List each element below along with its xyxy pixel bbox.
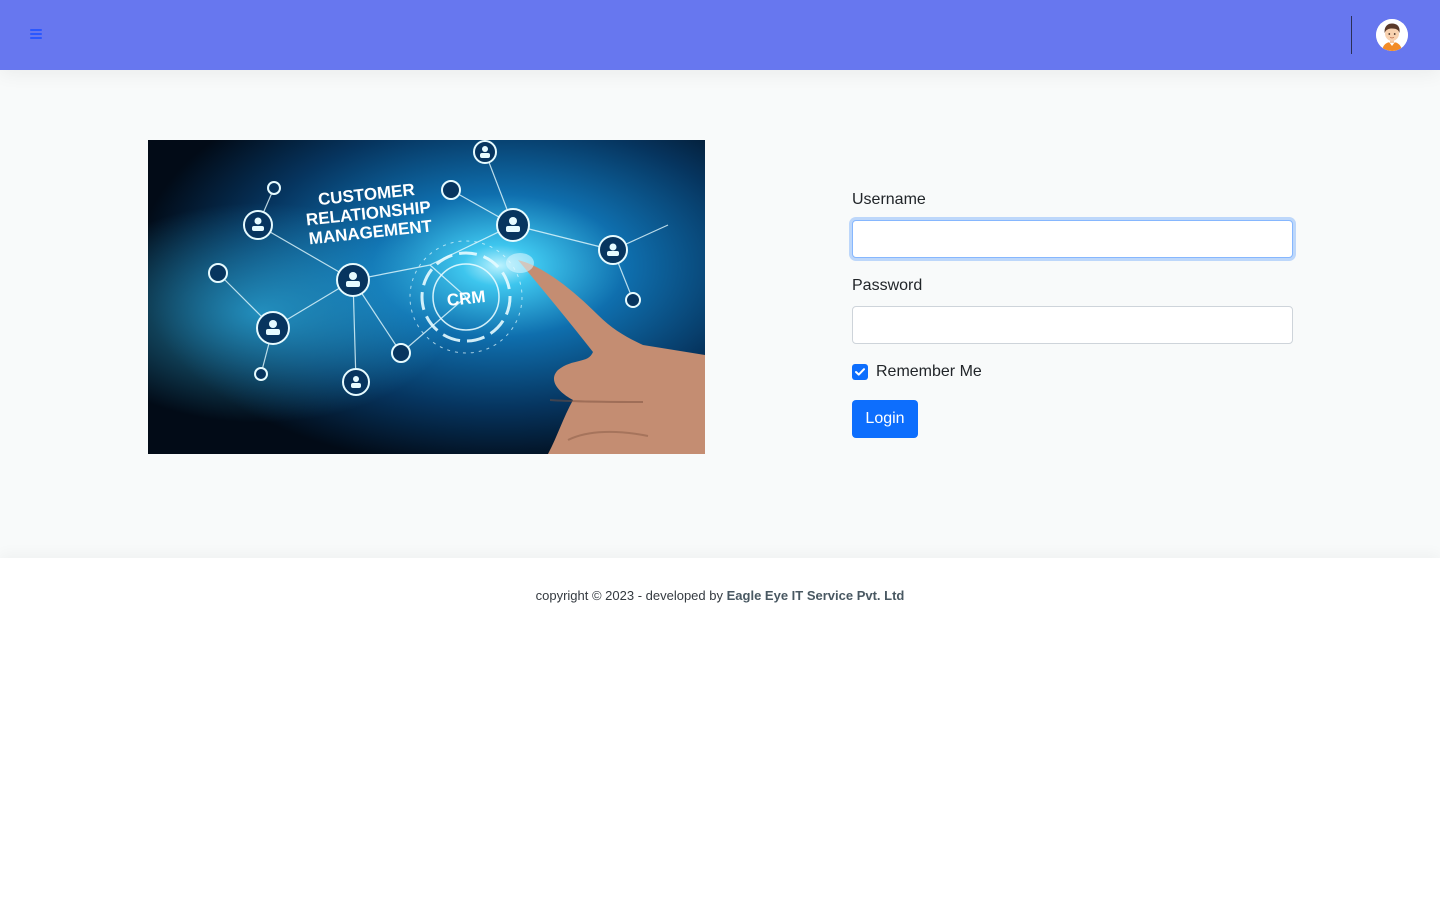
remember-me-checkbox[interactable] [852, 363, 868, 380]
username-label: Username [852, 191, 926, 208]
footer: copyright © 2023 - developed by Eagle Ey… [0, 558, 1440, 900]
crm-badge: CRM [446, 287, 486, 310]
password-label: Password [852, 277, 923, 294]
user-avatar-icon [1376, 19, 1408, 51]
hamburger-menu-icon[interactable] [28, 26, 44, 42]
top-navbar [0, 0, 1440, 70]
check-icon [855, 367, 865, 376]
copyright-label: copyright © 2023 - developed by [535, 588, 723, 603]
login-button[interactable]: Login [852, 400, 918, 438]
main-content: CRM CUSTOMER RELATIONSHIP MANAGEMENT Use… [0, 70, 1440, 558]
remember-me-label[interactable]: Remember Me [876, 363, 982, 381]
topbar-divider [1351, 16, 1352, 54]
remember-me-row: Remember Me [852, 362, 982, 381]
username-input[interactable] [852, 220, 1293, 258]
user-avatar[interactable] [1376, 19, 1408, 51]
password-input[interactable] [852, 306, 1293, 344]
crm-hero-image: CRM CUSTOMER RELATIONSHIP MANAGEMENT [148, 140, 705, 454]
copyright-text: copyright © 2023 - developed by Eagle Ey… [0, 588, 1440, 603]
company-link[interactable]: Eagle Eye IT Service Pvt. Ltd [727, 588, 905, 603]
